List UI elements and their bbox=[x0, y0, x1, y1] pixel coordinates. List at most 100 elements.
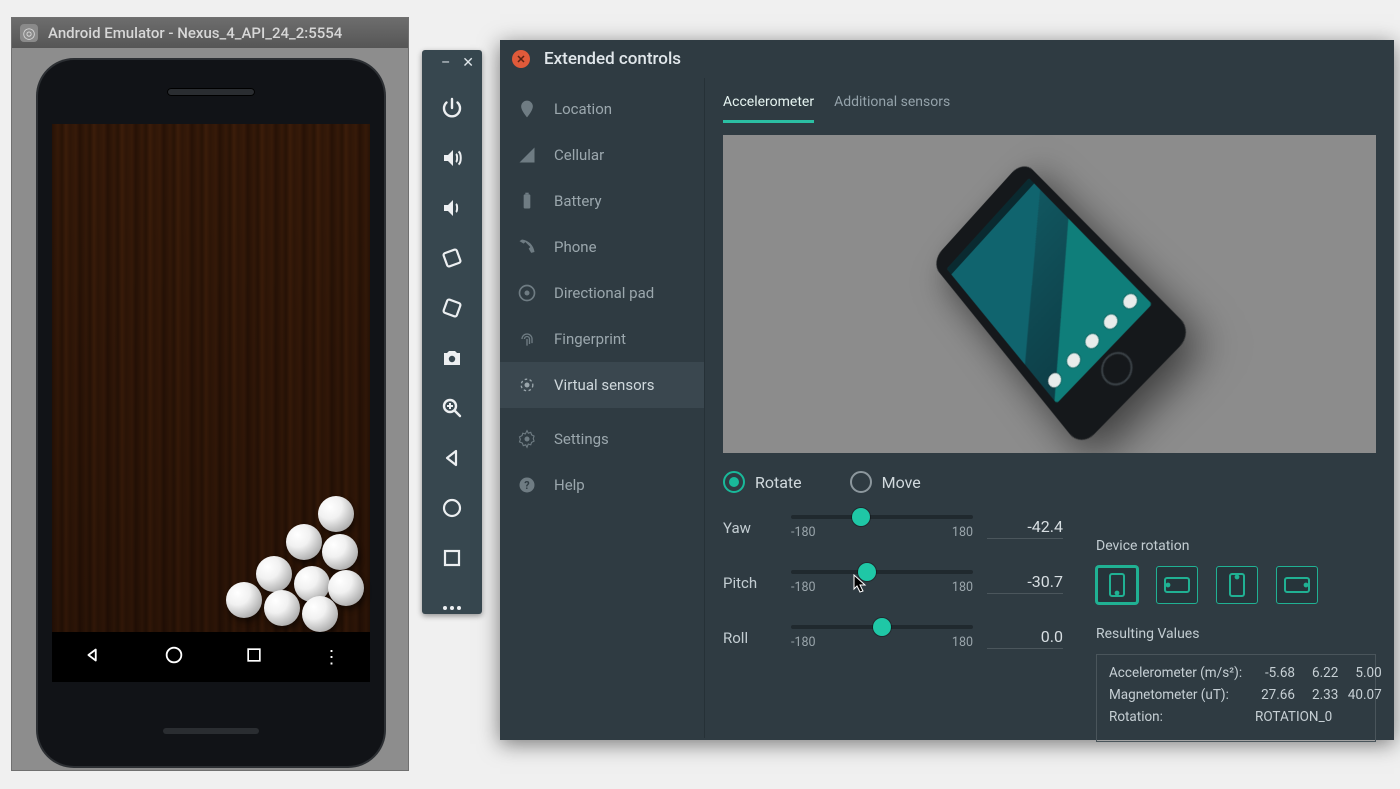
toolbar-window-controls: – ✕ bbox=[422, 50, 482, 76]
emulator-app-icon: ◎ bbox=[20, 24, 38, 42]
slider-pitch[interactable] bbox=[791, 570, 973, 574]
sidebar-item-fingerprint[interactable]: Fingerprint bbox=[500, 316, 704, 362]
battery-icon bbox=[516, 190, 538, 212]
nav-home-icon[interactable] bbox=[163, 644, 185, 670]
location-icon bbox=[516, 98, 538, 120]
emulator-window: ◎ Android Emulator - Nexus_4_API_24_2:55… bbox=[12, 18, 408, 770]
android-navbar: ⋮ bbox=[52, 632, 370, 682]
rotation-portrait-reverse-button[interactable] bbox=[1216, 566, 1258, 604]
rotate-left-button[interactable] bbox=[438, 244, 466, 272]
phone-icon bbox=[516, 236, 538, 258]
rotation-label: Rotation: bbox=[1109, 709, 1255, 725]
device-3d-preview[interactable] bbox=[723, 135, 1376, 453]
svg-text:?: ? bbox=[524, 479, 529, 492]
slider-value[interactable]: -30.7 bbox=[987, 572, 1063, 594]
marble bbox=[302, 596, 338, 632]
sidebar-item-phone[interactable]: Phone bbox=[500, 224, 704, 270]
panel-content: Accelerometer Additional sensors bbox=[705, 78, 1394, 738]
resulting-values-box: Accelerometer (m/s²): -5.68 6.22 5.00 Ma… bbox=[1096, 654, 1376, 742]
resulting-values-title: Resulting Values bbox=[1096, 626, 1376, 642]
slider-max: 180 bbox=[952, 635, 973, 650]
rotation-landscape-left-button[interactable] bbox=[1156, 566, 1198, 604]
tab-additional-sensors[interactable]: Additional sensors bbox=[834, 88, 950, 123]
sidebar-item-virtual-sensors[interactable]: Virtual sensors bbox=[500, 362, 704, 408]
earpiece bbox=[167, 88, 255, 96]
panel-titlebar[interactable]: ✕ Extended controls bbox=[500, 40, 1394, 78]
slider-min: -180 bbox=[791, 635, 816, 650]
sidebar-item-label: Phone bbox=[554, 238, 597, 256]
sidebar-item-label: Location bbox=[554, 100, 612, 118]
emulator-titlebar[interactable]: ◎ Android Emulator - Nexus_4_API_24_2:55… bbox=[12, 18, 408, 48]
rotation-portrait-button[interactable] bbox=[1096, 566, 1138, 604]
nav-menu-icon[interactable]: ⋮ bbox=[323, 647, 341, 668]
sidebar-item-label: Cellular bbox=[554, 146, 604, 164]
device-3d-model[interactable] bbox=[930, 160, 1193, 448]
slider-value[interactable]: 0.0 bbox=[987, 627, 1063, 649]
slider-label: Pitch bbox=[723, 574, 777, 592]
power-button[interactable] bbox=[438, 94, 466, 122]
slider-value[interactable]: -42.4 bbox=[987, 517, 1063, 539]
sidebar-item-help[interactable]: ? Help bbox=[500, 462, 704, 508]
screenshot-button[interactable] bbox=[438, 344, 466, 372]
slider-pitch-row: Pitch -180 180 -30.7 bbox=[723, 570, 1063, 595]
slider-max: 180 bbox=[952, 525, 973, 540]
slider-roll-row: Roll -180 180 0.0 bbox=[723, 625, 1063, 650]
marble bbox=[318, 496, 354, 532]
device-frame: ⋮ bbox=[38, 60, 384, 766]
nav-overview-icon[interactable] bbox=[244, 645, 264, 669]
slider-min: -180 bbox=[791, 580, 816, 595]
slider-thumb[interactable] bbox=[873, 618, 891, 636]
right-column: Device rotation Resulting Values Acceler… bbox=[1096, 538, 1376, 742]
sidebar-item-battery[interactable]: Battery bbox=[500, 178, 704, 224]
slider-thumb[interactable] bbox=[852, 508, 870, 526]
volume-down-button[interactable] bbox=[438, 194, 466, 222]
overview-button[interactable] bbox=[438, 544, 466, 572]
magnetometer-label: Magnetometer (uT): bbox=[1109, 687, 1255, 703]
sidebar-item-dpad[interactable]: Directional pad bbox=[500, 270, 704, 316]
minimize-icon[interactable]: – bbox=[441, 55, 450, 71]
fingerprint-icon bbox=[516, 328, 538, 350]
rotate-right-button[interactable] bbox=[438, 294, 466, 322]
panel-side-nav: Location Cellular Battery Phone Directio… bbox=[500, 78, 705, 738]
home-button[interactable] bbox=[438, 494, 466, 522]
sidebar-item-label: Help bbox=[554, 476, 585, 494]
rotation-landscape-right-button[interactable] bbox=[1276, 566, 1318, 604]
chin-speaker bbox=[163, 728, 259, 734]
sidebar-item-label: Settings bbox=[554, 430, 609, 448]
radio-label: Move bbox=[882, 473, 921, 492]
toolbar-strip: – ✕ bbox=[422, 50, 482, 614]
sensors-icon bbox=[516, 374, 538, 396]
tab-accelerometer[interactable]: Accelerometer bbox=[723, 88, 814, 123]
slider-thumb[interactable] bbox=[858, 563, 876, 581]
slider-yaw[interactable] bbox=[791, 515, 973, 519]
radio-move[interactable]: Move bbox=[850, 471, 921, 493]
dpad-icon bbox=[516, 282, 538, 304]
close-icon[interactable]: ✕ bbox=[462, 55, 474, 71]
back-button[interactable] bbox=[438, 444, 466, 472]
sidebar-item-label: Directional pad bbox=[554, 284, 654, 302]
slider-yaw-row: Yaw -180 180 -42.4 bbox=[723, 515, 1063, 540]
panel-title: Extended controls bbox=[544, 49, 681, 69]
cellular-icon bbox=[516, 144, 538, 166]
volume-up-button[interactable] bbox=[438, 144, 466, 172]
accel-values: -5.68 6.22 5.00 bbox=[1255, 665, 1382, 681]
mode-radio-group: Rotate Move bbox=[723, 471, 1376, 493]
emulator-title: Android Emulator - Nexus_4_API_24_2:5554 bbox=[48, 24, 342, 42]
zoom-button[interactable] bbox=[438, 394, 466, 422]
close-icon[interactable]: ✕ bbox=[512, 50, 530, 68]
device-screen[interactable]: ⋮ bbox=[52, 124, 370, 682]
sidebar-item-location[interactable]: Location bbox=[500, 86, 704, 132]
radio-rotate[interactable]: Rotate bbox=[723, 471, 802, 493]
sidebar-item-cellular[interactable]: Cellular bbox=[500, 132, 704, 178]
more-button[interactable] bbox=[438, 594, 466, 622]
slider-roll[interactable] bbox=[791, 625, 973, 629]
marble bbox=[322, 534, 358, 570]
sidebar-item-label: Virtual sensors bbox=[554, 376, 654, 394]
rotation-value: ROTATION_0 bbox=[1255, 709, 1332, 725]
nav-back-icon[interactable] bbox=[82, 644, 104, 670]
device-rotation-title: Device rotation bbox=[1096, 538, 1376, 554]
marble bbox=[328, 570, 364, 606]
help-icon: ? bbox=[516, 474, 538, 496]
orientation-sliders: Yaw -180 180 -42.4 Pitch bbox=[723, 515, 1063, 650]
sidebar-item-settings[interactable]: Settings bbox=[500, 416, 704, 462]
